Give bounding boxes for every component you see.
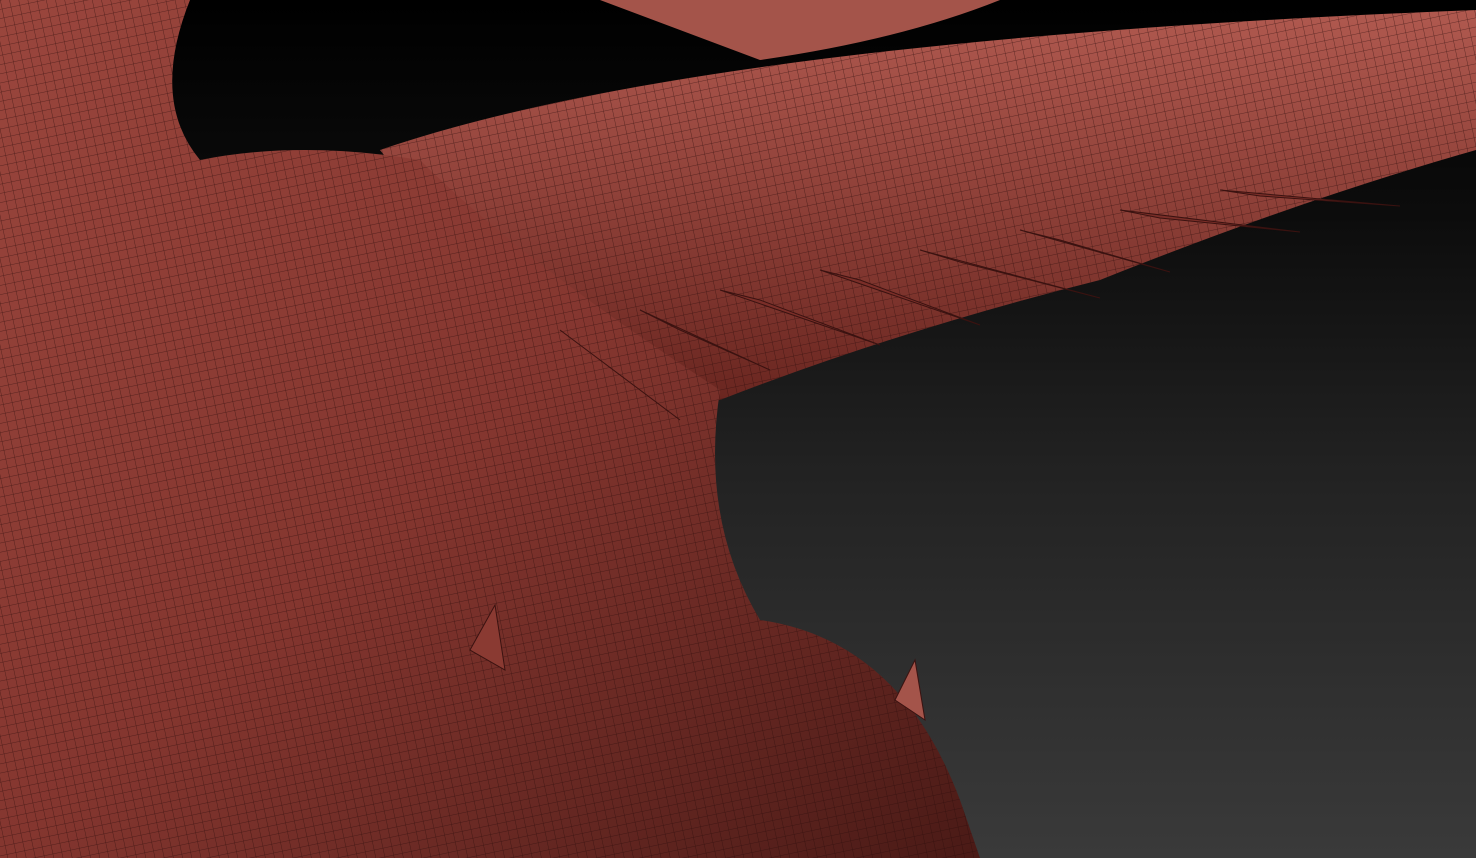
dragon-render [0, 0, 1476, 858]
3d-viewport[interactable] [0, 0, 1476, 858]
